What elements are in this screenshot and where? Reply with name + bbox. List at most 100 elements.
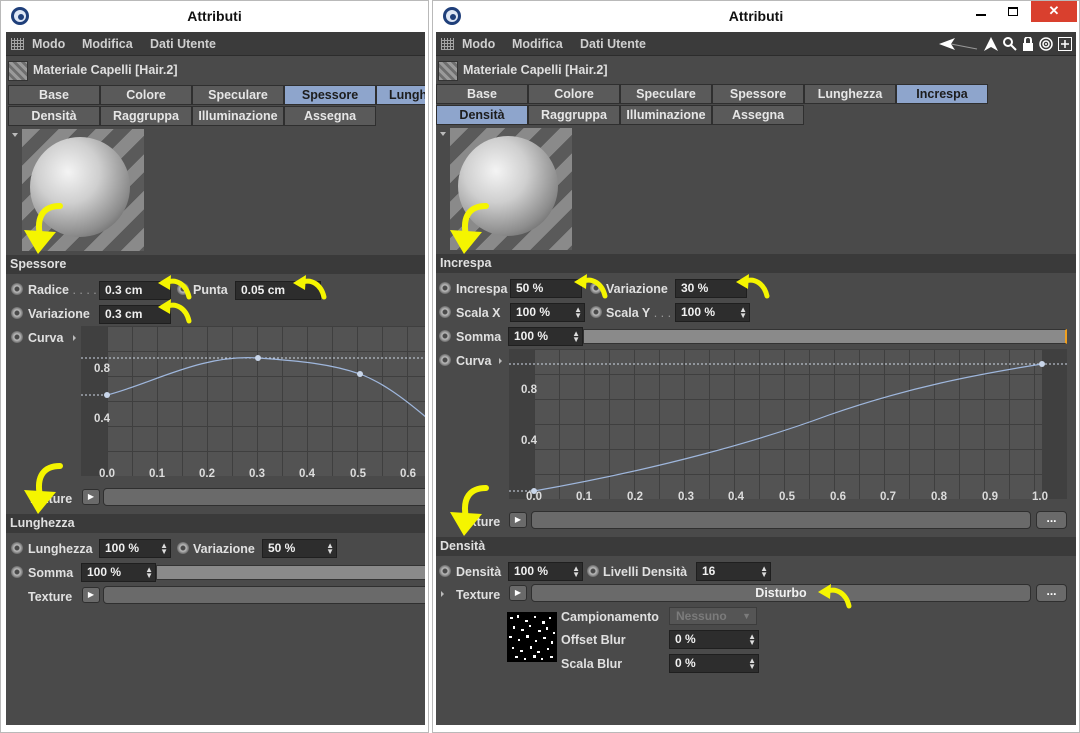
tab-densita[interactable]: Densità — [436, 105, 528, 125]
curve-point[interactable] — [104, 392, 110, 398]
texture2-more-button[interactable]: ... — [1036, 584, 1067, 602]
curva-expand-icon[interactable] — [73, 335, 76, 341]
menu-modo[interactable]: Modo — [462, 37, 495, 51]
somma-slider[interactable] — [156, 565, 425, 580]
somma-slider[interactable] — [583, 329, 1067, 344]
scalay-field[interactable]: 100 % ▲ ▼ — [675, 303, 750, 322]
cursor-arrow-icon[interactable] — [984, 37, 998, 51]
increspa-label: Increspa — [456, 282, 508, 296]
scalay-radio[interactable] — [590, 306, 602, 318]
curva-radio[interactable] — [11, 331, 23, 343]
tab-illuminazione[interactable]: Illuminazione — [620, 105, 712, 125]
lock-icon[interactable] — [1022, 37, 1034, 51]
offset-blur-field[interactable]: 0 % ▲ ▼ — [669, 630, 759, 649]
curve-point[interactable] — [1039, 361, 1045, 367]
tab-speculare[interactable]: Speculare — [192, 85, 284, 105]
texture2-label: Texture — [28, 590, 73, 604]
somma-radio[interactable] — [11, 566, 23, 578]
scalax-field[interactable]: 100 % ▲ ▼ — [510, 303, 585, 322]
noise-preview — [507, 612, 557, 662]
menu-dati-utente[interactable]: Dati Utente — [150, 37, 216, 51]
lvariazione-field[interactable]: 50 % ▲ ▼ — [262, 539, 337, 558]
annotation-arrow-icon — [24, 203, 63, 254]
somma-radio[interactable] — [439, 330, 451, 342]
tab-densita[interactable]: Densità — [8, 106, 100, 126]
texture-slot[interactable] — [103, 488, 425, 506]
curva-radio[interactable] — [439, 354, 451, 366]
target-icon[interactable] — [1039, 37, 1053, 51]
texture-play-button[interactable]: ▶ — [82, 489, 100, 505]
y-tick: 0.8 — [521, 384, 537, 396]
curve-point[interactable] — [357, 371, 363, 377]
increspa-curve-overlay — [509, 361, 1067, 494]
panel-grip-icon[interactable] — [11, 38, 24, 50]
tab-lunghezza[interactable]: Lunghezza — [804, 84, 896, 104]
tab-base[interactable]: Base — [8, 85, 100, 105]
maximize-button[interactable] — [999, 1, 1027, 23]
add-icon[interactable] — [1058, 37, 1072, 51]
tab-assegna[interactable]: Assegna — [284, 106, 376, 126]
tab-raggruppa[interactable]: Raggruppa — [528, 105, 620, 125]
densita-field[interactable]: 100 % ▲ ▼ — [508, 562, 583, 581]
collapse-triangle-icon[interactable] — [440, 132, 446, 136]
close-button[interactable]: ✕ — [1031, 1, 1077, 22]
texture2-play-button[interactable]: ▶ — [509, 585, 527, 601]
texture2-slot[interactable] — [103, 586, 425, 604]
panel-grip-icon[interactable] — [441, 38, 454, 50]
tab-spessore[interactable]: Spessore — [284, 85, 376, 105]
toolbar-icons — [939, 35, 1072, 53]
section-header-spessore: Spessore — [6, 255, 425, 274]
tab-raggruppa[interactable]: Raggruppa — [100, 106, 192, 126]
tab-colore[interactable]: Colore — [100, 85, 192, 105]
material-title: Materiale Capelli [Hair.2] — [33, 63, 178, 77]
material-header: Materiale Capelli [Hair.2] — [436, 59, 1076, 82]
minimize-button[interactable] — [967, 1, 995, 23]
livelli-radio[interactable] — [587, 565, 599, 577]
section-header-increspa: Increspa — [436, 254, 1076, 273]
menu-modo[interactable]: Modo — [32, 37, 65, 51]
curva-label: Curva — [28, 331, 64, 345]
texture-slot[interactable] — [531, 511, 1031, 529]
curva-expand-icon[interactable] — [499, 358, 502, 364]
texture-expand-icon[interactable] — [441, 591, 444, 597]
tab-speculare[interactable]: Speculare — [620, 84, 712, 104]
x-tick: 0.4 — [299, 468, 315, 480]
curve-line — [533, 363, 1043, 492]
campionamento-dropdown[interactable]: Nessuno ▼ — [669, 607, 757, 625]
back-arrow-icon[interactable] — [939, 37, 979, 51]
radice-radio[interactable] — [11, 283, 23, 295]
scalax-radio[interactable] — [439, 306, 451, 318]
texture-more-button[interactable]: ... — [1036, 511, 1067, 529]
lunghezza-radio[interactable] — [11, 542, 23, 554]
livelli-field[interactable]: 16 ▲ ▼ — [696, 562, 771, 581]
texture-play-button[interactable]: ▶ — [509, 512, 527, 528]
disturbo-button[interactable]: Disturbo — [531, 584, 1031, 602]
tab-colore[interactable]: Colore — [528, 84, 620, 104]
somma-field[interactable]: 100 % ▲ ▼ — [81, 563, 156, 582]
punta-label: Punta — [193, 283, 228, 297]
tab-spessore[interactable]: Spessore — [712, 84, 804, 104]
menu-modifica[interactable]: Modifica — [512, 37, 563, 51]
tab-base[interactable]: Base — [436, 84, 528, 104]
texture2-label: Texture — [456, 588, 501, 602]
tab-assegna[interactable]: Assegna — [712, 105, 804, 125]
somma-field[interactable]: 100 % ▲ ▼ — [508, 327, 583, 346]
somma-label: Somma — [28, 566, 74, 580]
tab-increspa[interactable]: Increspa — [896, 84, 988, 104]
menu-modifica[interactable]: Modifica — [82, 37, 133, 51]
lvariazione-radio[interactable] — [177, 542, 189, 554]
variazione-radio[interactable] — [11, 307, 23, 319]
curve-point[interactable] — [255, 355, 261, 361]
lunghezza-field[interactable]: 100 % ▲ ▼ — [99, 539, 171, 558]
scala-blur-field[interactable]: 0 % ▲ ▼ — [669, 654, 759, 673]
search-icon[interactable] — [1003, 37, 1017, 51]
densita-radio[interactable] — [439, 565, 451, 577]
tab-lunghezza[interactable]: Lunghezza — [376, 85, 425, 105]
texture2-play-button[interactable]: ▶ — [82, 587, 100, 603]
menu-dati-utente[interactable]: Dati Utente — [580, 37, 646, 51]
tab-illuminazione[interactable]: Illuminazione — [192, 106, 284, 126]
collapse-triangle-icon[interactable] — [12, 133, 18, 137]
scala-blur-label: Scala Blur — [561, 657, 623, 671]
annotation-arrow-icon — [158, 275, 192, 300]
increspa-radio[interactable] — [439, 282, 451, 294]
